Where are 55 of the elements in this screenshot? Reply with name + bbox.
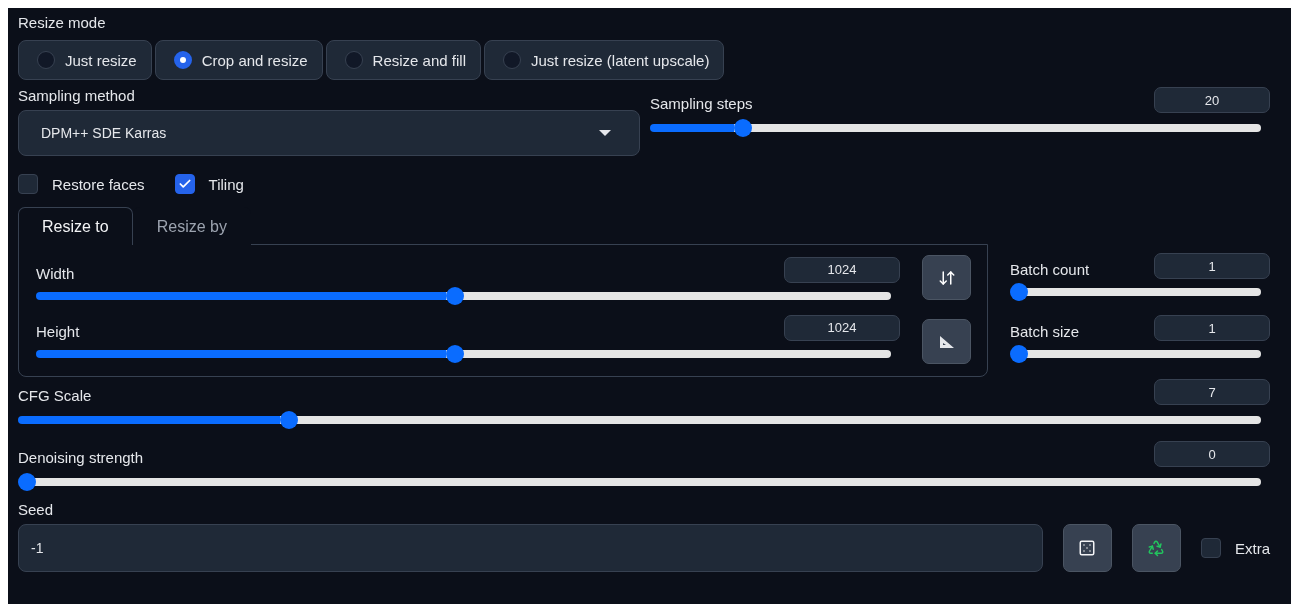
number-field[interactable]: 1 <box>1154 315 1270 341</box>
checkbox[interactable] <box>1201 538 1221 558</box>
slider-thumb[interactable] <box>734 119 753 137</box>
radio-option[interactable]: Just resize (latent upscale) <box>484 40 725 80</box>
swap-arrows-icon <box>937 268 956 287</box>
number-field[interactable]: 1024 <box>784 256 900 283</box>
aspect-button[interactable] <box>922 319 971 364</box>
dice-icon <box>1078 539 1097 557</box>
random-seed-button[interactable] <box>1063 524 1112 572</box>
slider-label: Width <box>36 264 75 283</box>
slider-thumb[interactable] <box>279 411 298 429</box>
slider-label: Batch size <box>1010 323 1080 341</box>
dropdown-value: DPM++ SDE Karras <box>41 125 167 141</box>
checkbox-label: Restore faces <box>52 175 145 193</box>
checkbox-label: Extra <box>1235 539 1270 557</box>
check-icon <box>177 177 192 191</box>
field-label: Sampling method <box>18 87 136 105</box>
number-field[interactable]: 1024 <box>784 314 900 341</box>
seed-field[interactable]: -1 <box>18 524 1043 572</box>
reuse-seed-button[interactable] <box>1132 524 1181 572</box>
radio-button[interactable] <box>173 51 192 69</box>
radio-button[interactable] <box>344 51 363 69</box>
tab[interactable]: Resize to <box>18 207 133 245</box>
slider-label: Batch count <box>1010 261 1090 279</box>
radio-button[interactable] <box>503 51 521 69</box>
radio-label: Resize and fill <box>372 51 466 69</box>
radio-label: Crop and resize <box>201 51 308 69</box>
recycle-icon <box>1147 539 1166 557</box>
radio-label: Just resize (latent upscale) <box>531 51 710 69</box>
slider-label: Height <box>36 322 80 341</box>
slider-thumb[interactable] <box>1010 345 1028 363</box>
radio-option[interactable]: Resize and fill <box>325 40 481 80</box>
slider-thumb[interactable] <box>446 286 465 305</box>
checkbox[interactable] <box>174 174 195 194</box>
slider-thumb[interactable] <box>446 344 465 363</box>
caret-icon <box>599 130 611 136</box>
field-label: Seed <box>18 501 55 519</box>
slider-label: CFG Scale <box>18 387 92 405</box>
slider-thumb[interactable] <box>18 473 36 491</box>
number-field[interactable]: 7 <box>1154 379 1270 405</box>
number-field[interactable]: 1 <box>1154 253 1270 279</box>
sampling-dropdown[interactable]: DPM++ SDE Karras <box>18 110 640 156</box>
slider-label: Sampling steps <box>650 95 753 113</box>
section-label: Resize mode <box>18 14 107 32</box>
radio-button[interactable] <box>37 51 55 69</box>
slider-label: Denoising strength <box>18 449 144 467</box>
number-field[interactable]: 20 <box>1154 87 1270 113</box>
checkbox-label: Tiling <box>208 175 244 193</box>
swap-button[interactable] <box>922 255 971 300</box>
radio-label: Just resize <box>65 51 137 69</box>
radio-option[interactable]: Just resize <box>18 40 152 80</box>
number-field[interactable]: 0 <box>1154 441 1270 467</box>
slider-thumb[interactable] <box>1010 283 1028 301</box>
radio-option[interactable]: Crop and resize <box>154 40 323 80</box>
checkbox[interactable] <box>18 174 38 194</box>
